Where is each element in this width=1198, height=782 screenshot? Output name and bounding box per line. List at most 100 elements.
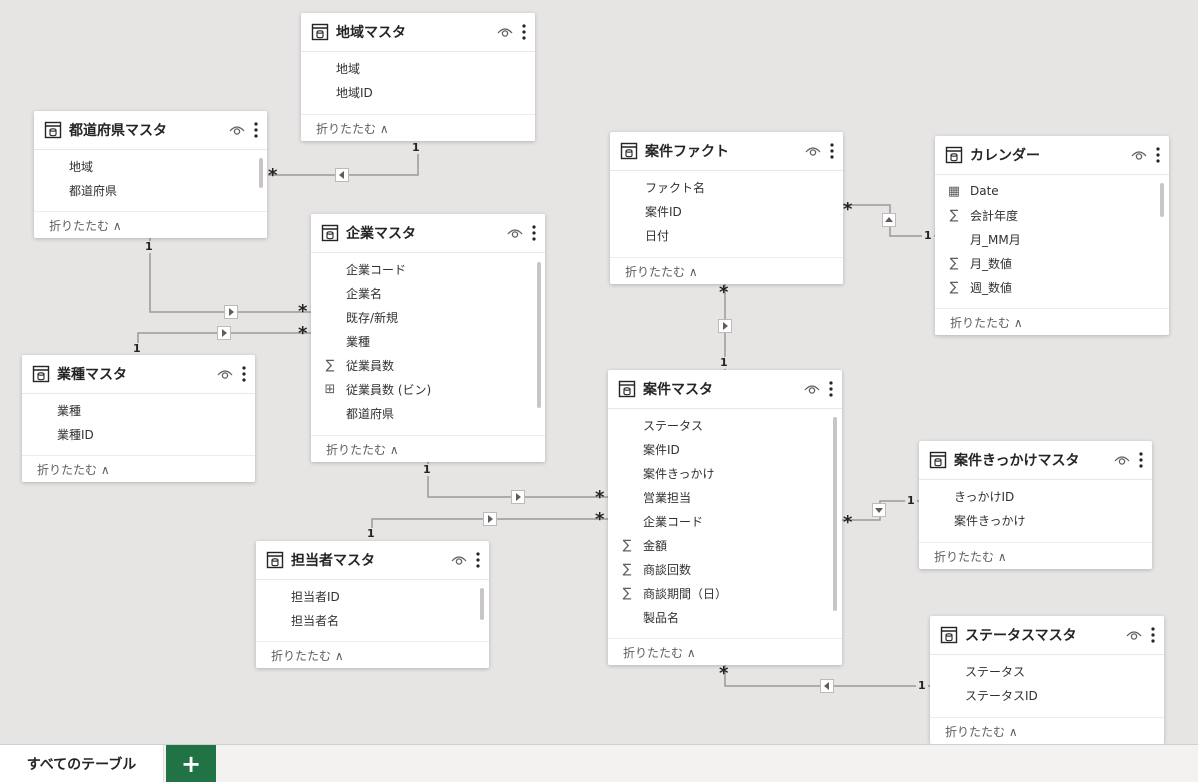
eye-icon[interactable] <box>805 144 821 158</box>
field-row[interactable]: ∑ 週_数値 <box>935 275 1169 299</box>
more-options-icon[interactable] <box>521 22 527 42</box>
field-row[interactable]: ステータス <box>608 413 842 437</box>
eye-icon[interactable] <box>507 226 523 240</box>
field-row[interactable]: 都道府県 <box>311 401 545 425</box>
eye-icon[interactable] <box>1126 628 1142 642</box>
collapse-button[interactable]: 折りたたむ ∧ <box>610 257 843 284</box>
scrollbar-thumb[interactable] <box>833 417 837 611</box>
scrollbar-thumb[interactable] <box>1160 183 1164 217</box>
field-row[interactable]: 地域ID <box>301 80 535 104</box>
collapse-button[interactable]: 折りたたむ ∧ <box>919 542 1152 569</box>
more-options-icon[interactable] <box>531 223 537 243</box>
field-row[interactable]: 製品名 <box>608 605 842 629</box>
filter-direction-right-arrow-icon[interactable] <box>718 319 732 333</box>
table-card-todofuken[interactable]: 都道府県マスタ地域 都道府県折りたたむ ∧ <box>34 111 267 238</box>
table-card-calendar[interactable]: カレンダー ▦ Date ∑ 会計年度 月_MM月 ∑ 月_数値 ∑ 週_数値折りたたむ ∧ <box>935 136 1169 335</box>
table-card-kikkake[interactable]: 案件きっかけマスタきっかけID 案件きっかけ 折りたたむ ∧ <box>919 441 1152 569</box>
table-card-header[interactable]: 案件マスタ <box>608 370 842 409</box>
more-options-icon[interactable] <box>475 550 481 570</box>
collapse-button[interactable]: 折りたたむ ∧ <box>22 455 255 482</box>
table-card-anken_fact[interactable]: 案件ファクト ファクト名 案件ID 日付 折りたたむ ∧ <box>610 132 843 284</box>
field-row[interactable]: 地域 <box>301 56 535 80</box>
more-options-icon[interactable] <box>1155 145 1161 165</box>
table-card-header[interactable]: 地域マスタ <box>301 13 535 52</box>
field-row[interactable]: 案件ID <box>610 199 843 223</box>
field-row[interactable]: 業種ID <box>22 422 255 446</box>
collapse-button[interactable]: 折りたたむ ∧ <box>311 435 545 462</box>
collapse-button[interactable]: 折りたたむ ∧ <box>608 638 842 665</box>
eye-icon[interactable] <box>229 123 245 137</box>
field-row[interactable]: ∑ 会計年度 <box>935 203 1169 227</box>
filter-direction-left-arrow-icon[interactable] <box>820 679 834 693</box>
table-card-header[interactable]: 担当者マスタ <box>256 541 489 580</box>
table-card-gyoshu[interactable]: 業種マスタ業種 業種ID 折りたたむ ∧ <box>22 355 255 482</box>
field-row[interactable]: 業種 <box>311 329 545 353</box>
field-row[interactable]: きっかけID <box>919 484 1152 508</box>
field-row[interactable]: ∑ 金額 <box>608 533 842 557</box>
table-card-status[interactable]: ステータスマスタステータス ステータスID 折りたたむ ∧ <box>930 616 1164 744</box>
eye-icon[interactable] <box>497 25 513 39</box>
filter-direction-down-arrow-icon[interactable] <box>872 503 886 517</box>
field-row[interactable]: 企業名 <box>311 281 545 305</box>
eye-icon[interactable] <box>451 553 467 567</box>
field-row[interactable]: ∑ 月_数値 <box>935 251 1169 275</box>
field-row[interactable]: 業種 <box>22 398 255 422</box>
table-card-anken[interactable]: 案件マスタステータス 案件ID 案件きっかけ 営業担当 企業コード ∑ 金額 ∑ 商談回数 ∑ 商談… <box>608 370 842 665</box>
more-options-icon[interactable] <box>241 364 247 384</box>
more-options-icon[interactable] <box>253 120 259 140</box>
field-row[interactable]: ∑ 従業員数 <box>311 353 545 377</box>
collapse-button[interactable]: 折りたたむ ∧ <box>256 641 489 668</box>
model-canvas[interactable]: 1 * 1 * 1 * 1 * 1 * * 1 * 1 * 1 * 1 地域マス… <box>0 0 1198 744</box>
table-card-chiiki[interactable]: 地域マスタ地域 地域ID 折りたたむ ∧ <box>301 13 535 141</box>
filter-direction-left-arrow-icon[interactable] <box>335 168 349 182</box>
eye-icon[interactable] <box>217 367 233 381</box>
table-card-header[interactable]: カレンダー <box>935 136 1169 175</box>
filter-direction-right-arrow-icon[interactable] <box>224 305 238 319</box>
collapse-button[interactable]: 折りたたむ ∧ <box>301 114 535 141</box>
filter-direction-right-arrow-icon[interactable] <box>511 490 525 504</box>
field-row[interactable]: ▦ Date <box>935 179 1169 203</box>
scrollbar-thumb[interactable] <box>537 262 541 408</box>
field-row[interactable]: 地域 <box>34 154 267 178</box>
filter-direction-right-arrow-icon[interactable] <box>483 512 497 526</box>
more-options-icon[interactable] <box>829 141 835 161</box>
more-options-icon[interactable] <box>1150 625 1156 645</box>
field-row[interactable]: 月_MM月 <box>935 227 1169 251</box>
field-row[interactable]: 案件ID <box>608 437 842 461</box>
field-row[interactable]: 担当者ID <box>256 584 489 608</box>
more-options-icon[interactable] <box>1138 450 1144 470</box>
add-layout-button[interactable]: + <box>166 745 216 782</box>
scrollbar-thumb[interactable] <box>480 588 484 620</box>
tab-all-tables[interactable]: すべてのテーブル <box>0 745 164 782</box>
field-row[interactable]: 営業担当 <box>608 485 842 509</box>
field-row[interactable]: ステータスID <box>930 683 1164 707</box>
field-row[interactable]: ∑ 商談期間（日） <box>608 581 842 605</box>
table-card-header[interactable]: 業種マスタ <box>22 355 255 394</box>
eye-icon[interactable] <box>804 382 820 396</box>
field-row[interactable]: 案件きっかけ <box>608 461 842 485</box>
field-row[interactable]: ステータス <box>930 659 1164 683</box>
eye-icon[interactable] <box>1114 453 1130 467</box>
field-row[interactable]: 日付 <box>610 223 843 247</box>
field-row[interactable]: ∑ 商談回数 <box>608 557 842 581</box>
table-card-header[interactable]: 企業マスタ <box>311 214 545 253</box>
collapse-button[interactable]: 折りたたむ ∧ <box>935 308 1169 335</box>
scrollbar-thumb[interactable] <box>259 158 263 188</box>
filter-direction-right-arrow-icon[interactable] <box>217 326 231 340</box>
field-row[interactable]: 企業コード <box>311 257 545 281</box>
field-row[interactable]: 既存/新規 <box>311 305 545 329</box>
collapse-button[interactable]: 折りたたむ ∧ <box>930 717 1164 744</box>
table-card-header[interactable]: 都道府県マスタ <box>34 111 267 150</box>
more-options-icon[interactable] <box>828 379 834 399</box>
table-card-kigyo[interactable]: 企業マスタ企業コード 企業名 既存/新規 業種 ∑ 従業員数 ⊞ 従業員数 (ビン) 都道府県折… <box>311 214 545 462</box>
collapse-button[interactable]: 折りたたむ ∧ <box>34 211 267 238</box>
field-row[interactable]: 企業コード <box>608 509 842 533</box>
field-row[interactable]: 都道府県 <box>34 178 267 202</box>
field-row[interactable]: ⊞ 従業員数 (ビン) <box>311 377 545 401</box>
table-card-header[interactable]: ステータスマスタ <box>930 616 1164 655</box>
field-row[interactable]: ファクト名 <box>610 175 843 199</box>
table-card-header[interactable]: 案件きっかけマスタ <box>919 441 1152 480</box>
field-row[interactable]: 案件きっかけ <box>919 508 1152 532</box>
table-card-tanto[interactable]: 担当者マスタ 担当者ID 担当者名 折りたたむ ∧ <box>256 541 489 668</box>
eye-icon[interactable] <box>1131 148 1147 162</box>
